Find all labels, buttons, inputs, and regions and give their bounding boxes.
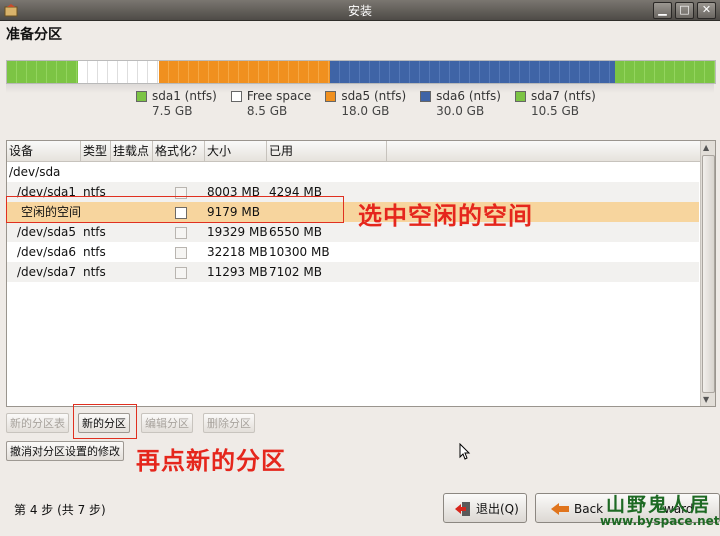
quit-label: 退出(Q) bbox=[476, 502, 519, 516]
table-row[interactable]: /dev/sda bbox=[7, 162, 699, 182]
table-row[interactable]: /dev/sda7 ntfs 11293 MB 7102 MB bbox=[7, 262, 699, 282]
type-cell: ntfs bbox=[83, 265, 106, 279]
watermark-brand: 山野鬼人居 bbox=[606, 494, 712, 516]
size-cell bbox=[205, 162, 267, 182]
type-cell: ntfs bbox=[83, 245, 106, 259]
partition-bar-segment bbox=[7, 61, 79, 83]
format-checkbox[interactable] bbox=[175, 266, 187, 279]
legend-item: Free space 8.5 GB bbox=[230, 89, 312, 118]
type-cell: ntfs bbox=[83, 225, 106, 239]
partition-table: 设备 类型 挂载点 格式化？ 大小 已用 /dev/sda/dev/sda1 ntfs 800… bbox=[6, 140, 716, 407]
site-watermark: 山野鬼人居 www.byspace.net bbox=[600, 490, 720, 534]
column-header[interactable]: 大小 bbox=[205, 141, 267, 161]
used-cell bbox=[267, 162, 387, 182]
annotation-select-free-space: 选中空闲的空间 bbox=[358, 202, 533, 230]
quit-button[interactable]: 退出(Q) bbox=[443, 493, 527, 523]
legend-size: 10.5 GB bbox=[530, 104, 580, 118]
arrow-left-icon bbox=[551, 503, 569, 515]
legend-item: sda5 (ntfs) 18.0 GB bbox=[325, 89, 406, 118]
device-cell: /dev/sda5 bbox=[17, 225, 77, 239]
size-cell: 32218 MB bbox=[207, 245, 268, 259]
legend-size: 18.0 GB bbox=[341, 104, 390, 118]
legend-swatch bbox=[230, 90, 242, 102]
used-cell: 7102 MB bbox=[269, 265, 322, 279]
mount-cell bbox=[111, 222, 153, 242]
partition-bar-segment bbox=[78, 61, 160, 83]
step-indicator: 第 4 步 (共 7 步) bbox=[14, 503, 106, 517]
used-cell: 10300 MB bbox=[269, 245, 330, 259]
partition-bar-segment bbox=[330, 61, 616, 83]
format-checkbox[interactable] bbox=[175, 246, 187, 259]
column-header[interactable]: 已用 bbox=[267, 141, 387, 161]
type-cell bbox=[81, 162, 111, 182]
watermark-url: www.byspace.net bbox=[600, 514, 720, 528]
device-cell: /dev/sda7 bbox=[17, 265, 77, 279]
format-cell bbox=[153, 242, 205, 262]
legend-name: sda7 (ntfs) bbox=[530, 89, 596, 103]
window-title: 安装 bbox=[347, 4, 372, 18]
maximize-button[interactable]: □ bbox=[675, 2, 694, 19]
device-cell: /dev/sda6 bbox=[17, 245, 77, 259]
legend-swatch bbox=[136, 90, 147, 102]
exit-icon bbox=[455, 502, 470, 516]
legend-name: sda1 (ntfs) bbox=[152, 89, 217, 103]
legend-item: sda1 (ntfs) 7.5 GB bbox=[136, 89, 217, 118]
legend-name: Free space bbox=[246, 89, 312, 103]
edit-partition-button[interactable]: 编辑分区 bbox=[141, 413, 193, 433]
legend-item: sda7 (ntfs) 10.5 GB bbox=[514, 89, 596, 118]
mount-cell bbox=[111, 242, 153, 262]
mouse-pointer-icon bbox=[459, 443, 471, 460]
scrollbar-thumb[interactable] bbox=[702, 155, 715, 393]
column-header[interactable]: 挂载点 bbox=[111, 141, 153, 161]
annotation-highlight-free-space bbox=[6, 196, 344, 223]
column-header[interactable]: 格式化？ bbox=[153, 141, 205, 161]
device-cell: /dev/sda bbox=[9, 165, 61, 179]
column-header[interactable]: 设备 bbox=[7, 141, 81, 161]
mount-cell bbox=[111, 162, 153, 182]
legend-swatch bbox=[514, 90, 526, 102]
partition-bar bbox=[6, 60, 716, 84]
new-partition-table-button[interactable]: 新的分区表 bbox=[6, 413, 69, 433]
scroll-up-icon[interactable]: ▲ bbox=[703, 143, 709, 152]
column-header[interactable]: 类型 bbox=[81, 141, 111, 161]
scroll-down-icon[interactable]: ▼ bbox=[703, 395, 709, 404]
table-row[interactable]: /dev/sda6 ntfs 32218 MB 10300 MB bbox=[7, 242, 699, 262]
vertical-scrollbar[interactable]: ▲ ▼ bbox=[700, 141, 715, 406]
mount-cell bbox=[111, 262, 153, 282]
legend-size: 7.5 GB bbox=[152, 104, 193, 118]
partition-bar-segment bbox=[159, 61, 331, 83]
close-button[interactable]: ✕ bbox=[697, 2, 716, 19]
legend-swatch bbox=[325, 90, 337, 102]
back-label: Back bbox=[574, 502, 604, 516]
legend-size: 8.5 GB bbox=[246, 104, 288, 118]
window-titlebar[interactable]: 安装 ▁ □ ✕ bbox=[0, 0, 720, 21]
table-row[interactable]: /dev/sda5 ntfs 19329 MB 6550 MB bbox=[7, 222, 699, 242]
size-cell: 19329 MB bbox=[207, 225, 268, 239]
annotation-highlight-new-partition bbox=[73, 404, 137, 439]
page-title: 准备分区 bbox=[6, 27, 62, 43]
size-cell: 11293 MB bbox=[207, 265, 268, 279]
format-cell bbox=[153, 262, 205, 282]
format-cell bbox=[153, 222, 205, 242]
legend-name: sda5 (ntfs) bbox=[341, 89, 407, 103]
legend-size: 30.0 GB bbox=[436, 104, 485, 118]
revert-changes-button[interactable]: 撤消对分区设置的修改 bbox=[6, 441, 124, 461]
legend-name: sda6 (ntfs) bbox=[436, 89, 501, 103]
format-checkbox[interactable] bbox=[175, 226, 187, 239]
partition-bar-segment bbox=[615, 61, 715, 83]
table-header: 设备 类型 挂载点 格式化？ 大小 已用 bbox=[7, 141, 715, 162]
delete-partition-button[interactable]: 删除分区 bbox=[203, 413, 255, 433]
minimize-button[interactable]: ▁ bbox=[653, 2, 672, 19]
annotation-click-new-partition: 再点新的分区 bbox=[136, 447, 286, 475]
legend-swatch bbox=[420, 90, 432, 102]
legend-item: sda6 (ntfs) 30.0 GB bbox=[420, 89, 501, 118]
format-cell bbox=[153, 162, 205, 182]
partition-legend: sda1 (ntfs) 7.5 GB Free space 8.5 GB sda5 (n… bbox=[136, 89, 610, 118]
